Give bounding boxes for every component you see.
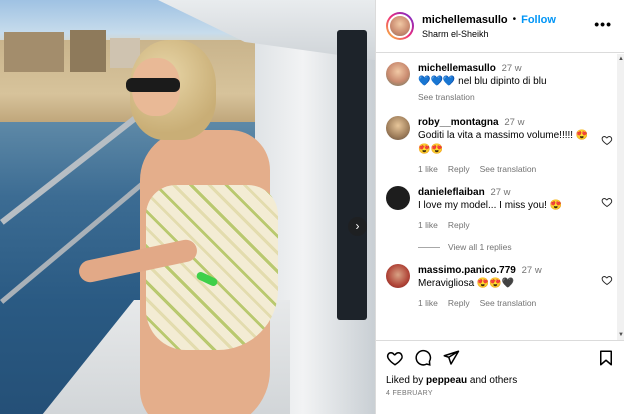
see-translation-link[interactable]: See translation: [480, 164, 537, 174]
commenter-avatar[interactable]: [386, 186, 410, 210]
photo-yacht-window: [337, 30, 367, 320]
view-replies-button[interactable]: View all 1 replies: [418, 242, 615, 252]
commenter-avatar[interactable]: [386, 264, 410, 288]
photo-building: [70, 30, 106, 72]
comments-list: michellemasullo 27 w 💙💙💙 nel blu dipinto…: [376, 54, 624, 340]
comment: danieleflaiban 27 w I love my model... I…: [386, 186, 615, 230]
post-location[interactable]: Sharm el-Sheikh: [422, 29, 556, 39]
see-translation-link[interactable]: See translation: [418, 92, 475, 102]
comment-likes[interactable]: 1 like: [418, 164, 438, 174]
comment-likes[interactable]: 1 like: [418, 220, 438, 230]
comment-likes[interactable]: 1 like: [418, 298, 438, 308]
commenter-username[interactable]: massimo.panico.779: [418, 265, 516, 276]
more-options-icon[interactable]: •••: [594, 16, 612, 32]
post-sidebar: michellemasullo • Follow Sharm el-Sheikh…: [375, 0, 624, 414]
comment-time: 27 w: [521, 265, 542, 276]
separator-dot: •: [512, 14, 517, 25]
commenter-avatar[interactable]: [386, 116, 410, 140]
comment-text: I love my model... I miss you! 😍: [418, 200, 563, 211]
reply-button[interactable]: Reply: [448, 220, 470, 230]
post-actions: Liked by peppeau and others 4 FEBRUARY: [376, 340, 624, 414]
author-username[interactable]: michellemasullo: [422, 14, 508, 26]
likes-prefix: Liked by: [386, 375, 427, 386]
comments-scrollbar[interactable]: ▲ ▼: [617, 54, 624, 340]
comment-icon[interactable]: [414, 349, 432, 367]
scroll-up-icon[interactable]: ▲: [618, 56, 624, 62]
replies-divider: [418, 246, 440, 248]
caption-avatar[interactable]: [386, 62, 410, 86]
photo-sunglasses: [126, 78, 180, 92]
photo-swimsuit: [146, 185, 278, 350]
heart-icon[interactable]: [601, 134, 613, 146]
comment-text: Goditi la vita a massimo volume!!!!! 😍😍😍: [418, 130, 589, 155]
post-header: michellemasullo • Follow Sharm el-Sheikh…: [376, 0, 624, 53]
post-viewer: › michellemasullo • Follow Sharm el-Shei…: [0, 0, 624, 414]
comment: roby__montagna 27 w Goditi la vita a mas…: [386, 116, 615, 174]
heart-icon[interactable]: [601, 196, 613, 208]
heart-icon[interactable]: [386, 349, 404, 367]
scroll-down-icon[interactable]: ▼: [618, 332, 624, 338]
heart-icon[interactable]: [601, 274, 613, 286]
author-avatar[interactable]: [386, 12, 414, 40]
caption-text: 💙💙💙 nel blu dipinto di blu: [418, 76, 547, 87]
photo-building: [4, 32, 64, 72]
comment-text: Meravigliosa 😍😍🖤: [418, 278, 515, 289]
share-icon[interactable]: [442, 349, 460, 367]
view-replies-label: View all 1 replies: [448, 242, 512, 252]
commenter-username[interactable]: roby__montagna: [418, 117, 499, 128]
caption-time: 27 w: [501, 63, 522, 74]
reply-button[interactable]: Reply: [448, 164, 470, 174]
caption-username[interactable]: michellemasullo: [418, 63, 496, 74]
follow-button[interactable]: Follow: [521, 14, 556, 26]
next-photo-button[interactable]: ›: [348, 217, 367, 236]
bookmark-icon[interactable]: [597, 349, 615, 367]
commenter-username[interactable]: danieleflaiban: [418, 187, 485, 198]
post-photo[interactable]: [0, 0, 375, 414]
caption: michellemasullo 27 w 💙💙💙 nel blu dipinto…: [386, 62, 615, 102]
comment: massimo.panico.779 27 w Meravigliosa 😍😍🖤…: [386, 264, 615, 308]
post-date: 4 FEBRUARY: [386, 390, 433, 397]
likes-others[interactable]: and others: [467, 375, 517, 386]
comment-time: 27 w: [490, 187, 511, 198]
reply-button[interactable]: Reply: [448, 298, 470, 308]
comment-time: 27 w: [504, 117, 525, 128]
see-translation-link[interactable]: See translation: [480, 298, 537, 308]
likes-summary[interactable]: Liked by peppeau and others: [386, 375, 615, 386]
liked-by-user[interactable]: peppeau: [426, 375, 467, 386]
